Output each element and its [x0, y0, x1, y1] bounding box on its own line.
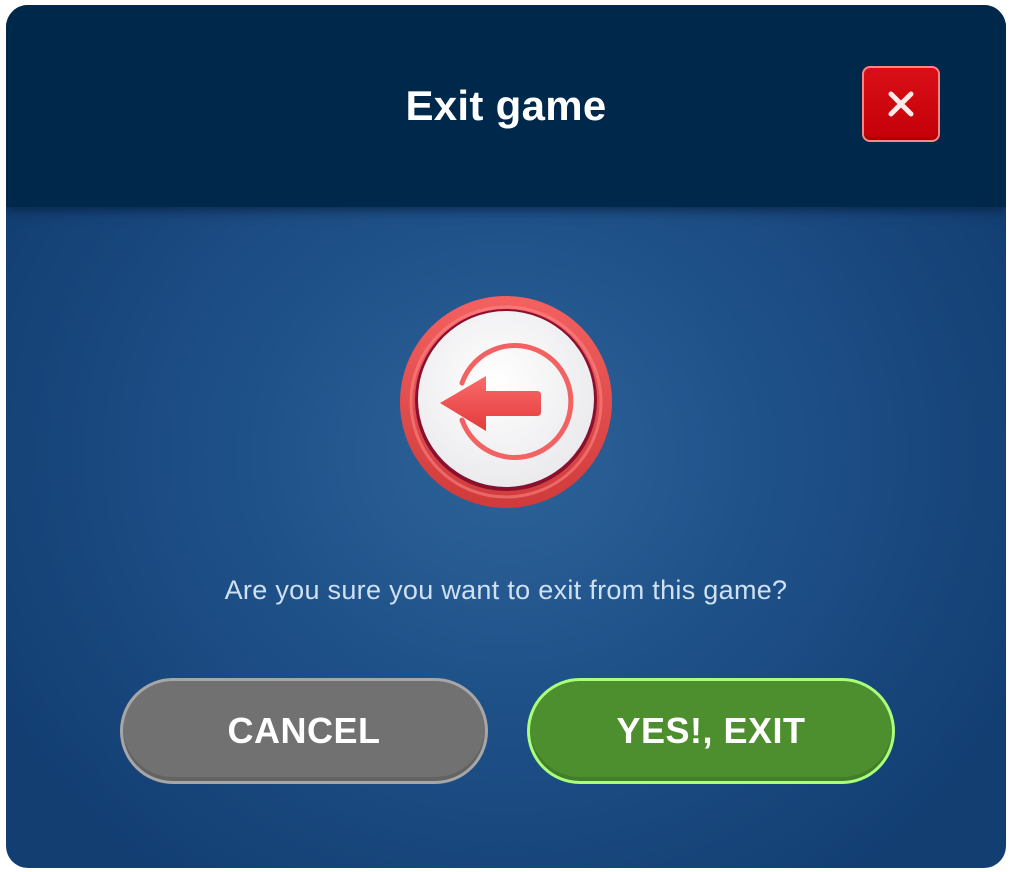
- exit-game-dialog: Exit game Are you sure you want to exit …: [6, 5, 1006, 868]
- exit-arrow-icon: [400, 296, 612, 508]
- confirm-message: Are you sure you want to exit from this …: [224, 575, 788, 605]
- dialog-title: Exit game: [405, 82, 607, 129]
- cancel-button[interactable]: CANCEL: [120, 678, 488, 784]
- confirm-exit-button[interactable]: YES!, EXIT: [527, 678, 895, 784]
- close-button[interactable]: [862, 66, 940, 142]
- dialog-header: Exit game: [6, 5, 1006, 207]
- close-icon: [888, 91, 914, 117]
